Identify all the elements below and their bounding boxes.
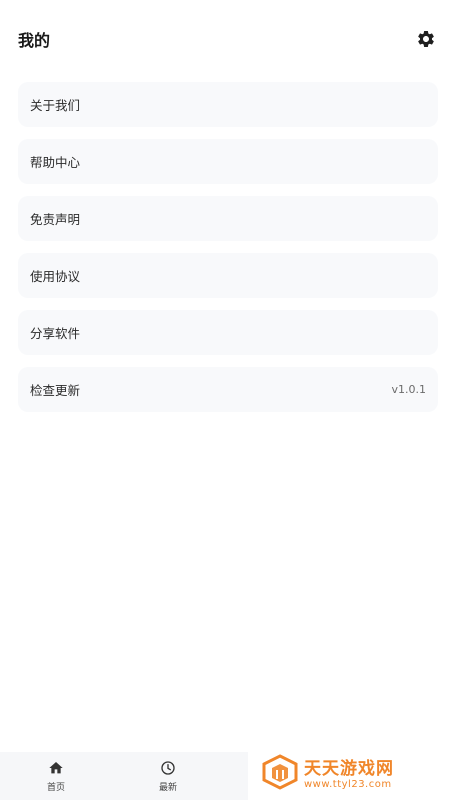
menu-item-help-center[interactable]: 帮助中心 xyxy=(18,139,438,184)
watermark: 天天游戏网 www.ttyl23.com xyxy=(260,752,445,792)
tab-label: 首页 xyxy=(46,782,65,793)
home-icon xyxy=(49,761,63,773)
menu-item-label: 检查更新 xyxy=(30,383,81,398)
profile-screen: 我的 关于我们 帮助中心 免责声明 使用协议 分享软件 检查更新 v1.0.1 xyxy=(0,0,450,800)
tab-home[interactable]: 首页 xyxy=(0,752,112,800)
menu-item-terms-of-use[interactable]: 使用协议 xyxy=(18,253,438,298)
page-title: 我的 xyxy=(18,31,51,50)
menu-item-label: 分享软件 xyxy=(30,326,81,341)
menu-item-label: 帮助中心 xyxy=(30,155,81,170)
version-label: v1.0.1 xyxy=(391,383,427,396)
menu-list: 关于我们 帮助中心 免责声明 使用协议 分享软件 检查更新 v1.0.1 xyxy=(18,82,438,424)
watermark-logo-icon xyxy=(262,754,298,790)
menu-item-label: 关于我们 xyxy=(30,98,81,113)
menu-item-check-update[interactable]: 检查更新 v1.0.1 xyxy=(18,367,438,412)
menu-item-disclaimer[interactable]: 免责声明 xyxy=(18,196,438,241)
settings-button[interactable] xyxy=(414,27,438,51)
gear-icon xyxy=(418,30,434,47)
watermark-text: 天天游戏网 www.ttyl23.com xyxy=(304,754,394,790)
menu-item-about-us[interactable]: 关于我们 xyxy=(18,82,438,127)
tab-label: 最新 xyxy=(158,782,177,793)
watermark-url: www.ttyl23.com xyxy=(304,779,392,790)
clock-icon xyxy=(161,760,175,775)
watermark-title: 天天游戏网 xyxy=(304,759,394,779)
menu-item-share-app[interactable]: 分享软件 xyxy=(18,310,438,355)
menu-item-label: 使用协议 xyxy=(30,269,81,284)
header: 我的 xyxy=(0,0,450,78)
tab-latest[interactable]: 最新 xyxy=(112,752,224,800)
bottom-nav: 首页 最新 xyxy=(0,752,248,800)
menu-item-label: 免责声明 xyxy=(30,212,81,227)
